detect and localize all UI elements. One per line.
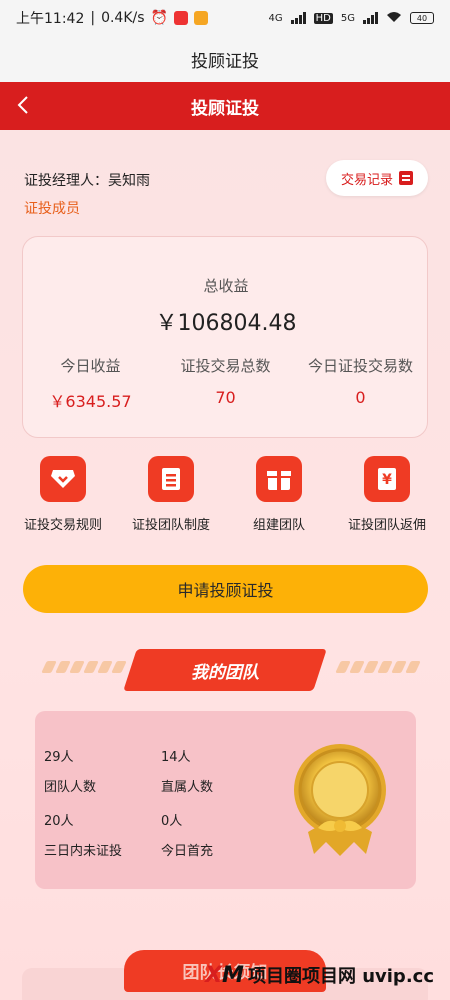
stat-label: 今日证投交易数: [307, 357, 413, 375]
inactive-count-label: 三日内未证投: [44, 844, 123, 859]
stat-value: ￥6345.57: [49, 392, 132, 411]
watermark: XM 项目圈项目网 uvip.cc: [205, 962, 434, 988]
status-bar: 上午11:42 | 0.4K/s ⏰ 4G HD 5G 40: [0, 0, 450, 36]
status-time: 上午11:42: [16, 11, 85, 27]
menu-label: 组建团队: [252, 518, 305, 533]
menu-team-system[interactable]: 证投团队制度: [115, 456, 227, 533]
earnings-card: 总收益 ￥106804.48 今日收益 ￥6345.57 证投交易总数 70 今…: [22, 236, 428, 438]
team-count-value: 29人: [44, 750, 74, 765]
menu-trade-rules[interactable]: 证投交易规则: [7, 456, 119, 533]
window-title-text: 投顾证投: [191, 51, 259, 72]
menu-label: 证投交易规则: [23, 518, 102, 533]
page-header: 投顾证投: [0, 82, 450, 130]
stat-label: 今日收益: [60, 357, 121, 375]
menu-team-rebate[interactable]: ¥ 证投团队返佣: [331, 456, 443, 533]
direct-count-label: 直属人数: [161, 780, 214, 795]
first-deposit-value: 0人: [161, 814, 183, 829]
app-notification-icon: [173, 11, 188, 25]
hd-badge: HD: [313, 12, 333, 24]
watermark-logo: XM: [205, 962, 244, 988]
stat-value: 70: [215, 388, 236, 407]
team-section-title: 我的团队: [191, 662, 259, 683]
window-title: 投顾证投: [0, 36, 450, 82]
document-icon: [399, 171, 413, 185]
stat-label: 证投交易总数: [180, 357, 271, 375]
yen-icon: ¥: [364, 456, 410, 502]
status-speed: 0.4K/s: [101, 10, 145, 26]
stat-today-earnings: 今日收益 ￥6345.57: [23, 355, 158, 412]
gift-icon: [256, 456, 302, 502]
manager-name: 证投经理人：吴知雨: [24, 173, 150, 189]
decorative-stripes: [335, 661, 421, 675]
battery-icon: 40: [410, 12, 434, 24]
svg-text:¥: ¥: [382, 472, 392, 488]
gold-medal-icon: [288, 742, 392, 864]
network-type-label: 5G: [340, 12, 355, 24]
wifi-icon: [386, 11, 402, 26]
total-earnings-value: ￥106804.48: [155, 311, 297, 336]
decorative-stripes: [41, 661, 127, 675]
watermark-text: 项目圈项目网 uvip.cc: [247, 966, 434, 987]
apply-advisor-button[interactable]: 申请投顾证投: [23, 565, 428, 613]
app-notification-icon: [193, 11, 208, 25]
trade-record-label: 交易记录: [340, 172, 393, 188]
stat-today-trades: 今日证投交易数 0: [293, 355, 428, 407]
member-tag: 证投成员: [24, 201, 80, 217]
page-title: 投顾证投: [191, 98, 259, 119]
document-icon: [148, 456, 194, 502]
first-deposit-label: 今日首充: [161, 844, 214, 859]
stat-value: 0: [355, 388, 366, 407]
inactive-count-value: 20人: [44, 814, 74, 829]
menu-build-team[interactable]: 组建团队: [223, 456, 335, 533]
alarm-icon: ⏰: [150, 10, 168, 26]
trade-record-button[interactable]: 交易记录: [326, 160, 428, 196]
signal-icon: [363, 12, 378, 24]
back-arrow-icon[interactable]: [12, 94, 34, 116]
signal-icon: [290, 12, 306, 24]
direct-count-value: 14人: [161, 750, 191, 765]
menu-label: 证投团队返佣: [347, 518, 426, 533]
diamond-icon: [40, 456, 86, 502]
network-type-label: 4G: [268, 12, 283, 24]
menu-label: 证投团队制度: [131, 518, 210, 533]
total-earnings-label: 总收益: [203, 277, 249, 295]
team-count-label: 团队人数: [44, 780, 97, 795]
stat-total-trades: 证投交易总数 70: [158, 355, 293, 407]
